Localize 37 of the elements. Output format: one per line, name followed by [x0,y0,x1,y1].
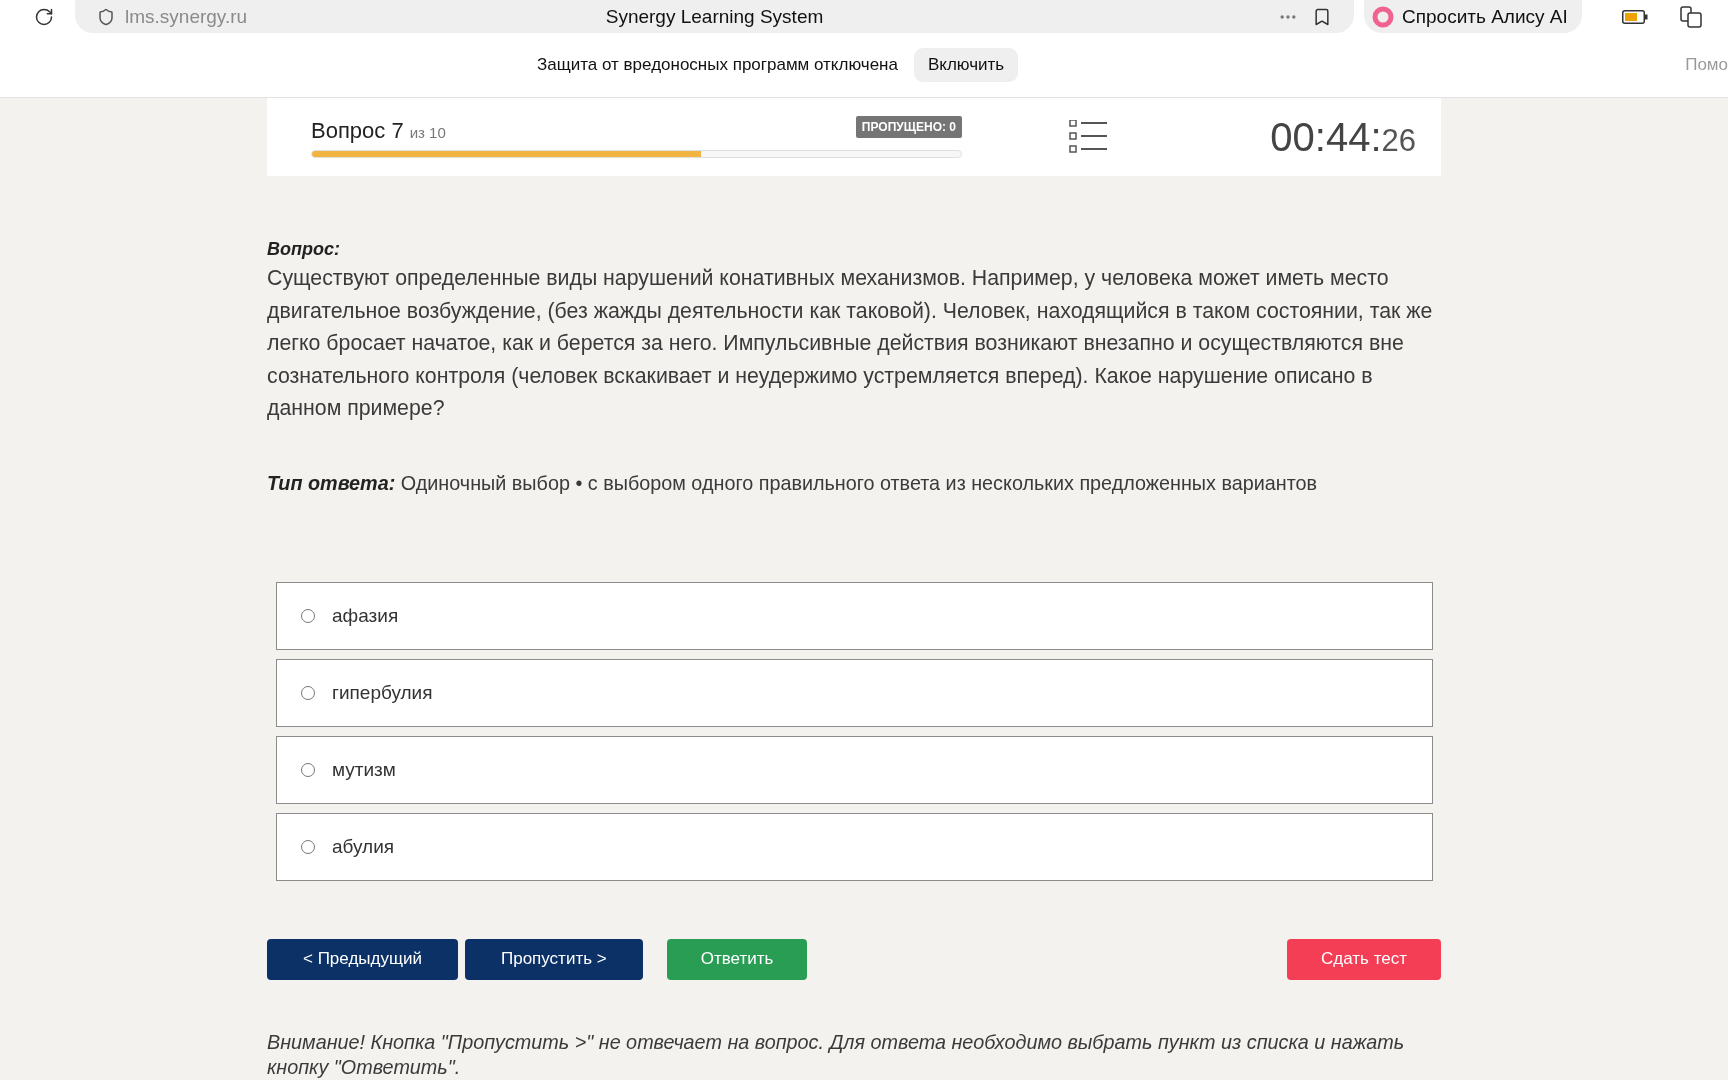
address-text: lms.synergy.ru [125,5,248,28]
radio-button[interactable] [301,685,315,700]
answer-option[interactable]: афазия [276,581,1433,650]
timer-main: 00:44: [1270,114,1382,159]
timer-seconds: 26 [1381,122,1416,158]
cards-icon[interactable] [1679,5,1702,28]
question-text: Существуют определенные виды нарушений конативных механизмов. Например, у человека может иметь место двигательное возбуждение, (без жажды деятельности как таковой). Человек, находящийся в таком состоянии, так же легко бросает начатое, как и берется за него. Импульсивные действия возникают внезапно и осуществляются вне сознательного контроля (человек вскакивает и неудержимо устремляется вперед). Какое нарушение описано в данном примере? [267,265,1434,422]
question-number: Вопрос 7 [311,118,404,143]
enable-button[interactable]: Включить [913,48,1019,82]
answer-option[interactable]: абулия [276,812,1433,881]
reload-icon[interactable] [34,6,54,27]
answer-option[interactable]: гипербулия [276,658,1433,727]
skipped-badge: ПРОПУЩЕНО: 0 [855,116,962,138]
answer-type-text: Тип ответа: Одиночный выбор • с выбором одного правильного ответа из нескольких предложенных вариантов [267,470,1319,496]
address-bar[interactable]: lms.synergy.ru Synergy Learning System [75,0,1354,33]
radio-button[interactable] [301,839,315,854]
shield-icon [97,7,115,26]
page-title: Synergy Learning System [605,5,824,28]
ask-assistant-button[interactable]: Спросить Алису AI [1364,0,1582,33]
nav-button[interactable]: < Предыдущий [267,938,458,980]
answer-option[interactable]: мутизм [276,735,1433,804]
ring-logo-icon [1372,5,1394,28]
option-label: афазия [332,604,399,627]
question-heading: Вопрос: [267,238,341,261]
warning-text: Внимание! Кнопка "Пропустить >" не отвечает на вопрос. Для ответа необходимо выбрать пункт из списка и нажать кнопку "Ответить". [267,1029,1406,1080]
nav-button[interactable]: Пропустить > [464,938,643,980]
option-label: мутизм [332,758,396,781]
bookmark-icon[interactable] [1312,6,1332,27]
finish-test-button[interactable]: Сдать тест [1287,938,1441,980]
option-label: гипербулия [332,681,433,704]
option-label: абулия [332,835,395,858]
question-total: из 10 [409,124,446,141]
radio-button[interactable] [301,762,315,777]
radio-button[interactable] [301,608,315,623]
list-icon[interactable] [1069,120,1108,154]
notice-text: Защита от вредоносных программ отключена [537,55,898,75]
battery-icon[interactable] [1621,9,1648,24]
